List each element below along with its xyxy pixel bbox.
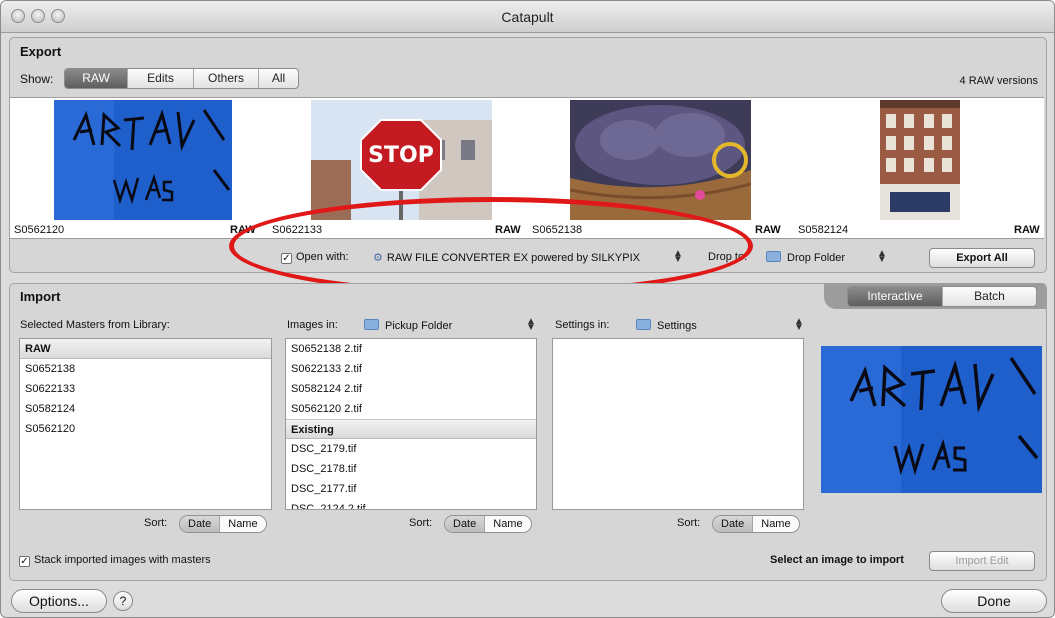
masters-sort-control: Date Name	[179, 515, 267, 533]
list-item[interactable]: S0562120	[20, 419, 271, 439]
images-folder-value: Pickup Folder	[385, 320, 453, 332]
help-button[interactable]: ?	[113, 591, 133, 611]
masters-list[interactable]: RAW S0652138 S0622133 S0582124 S0562120	[19, 338, 272, 510]
graffiti-preview-image	[821, 346, 1042, 493]
catapult-window: Catapult Export Show: RAW Edits Others A…	[0, 0, 1055, 618]
masters-label: Selected Masters from Library:	[20, 319, 170, 331]
existing-header: Existing	[286, 419, 536, 439]
mode-interactive[interactable]: Interactive	[848, 287, 942, 306]
stack-row: ✓ Stack imported images with masters	[19, 554, 211, 567]
drop-to-popup[interactable]: Drop Folder	[766, 251, 845, 264]
sort-date[interactable]: Date	[180, 516, 220, 532]
sort-date[interactable]: Date	[713, 516, 753, 532]
folder-icon	[766, 251, 781, 262]
list-item[interactable]: S0652138 2.tif	[286, 339, 536, 359]
brick-building-image	[880, 100, 960, 220]
images-sort-control: Date Name	[444, 515, 532, 533]
export-title: Export	[20, 44, 62, 59]
export-all-button[interactable]: Export All	[929, 248, 1035, 268]
images-list[interactable]: S0652138 2.tif S0622133 2.tif S0582124 2…	[285, 338, 537, 510]
settings-folder-popup[interactable]: Settings	[636, 319, 697, 332]
settings-folder-value: Settings	[657, 320, 697, 332]
thumbnail-4[interactable]	[880, 100, 960, 220]
images-in-label: Images in:	[287, 319, 338, 331]
list-item[interactable]: DSC_2177.tif	[286, 479, 536, 499]
folder-icon	[636, 319, 651, 330]
list-item[interactable]: DSC_2178.tif	[286, 459, 536, 479]
list-item[interactable]: S0582124	[20, 399, 271, 419]
filter-edits[interactable]: Edits	[127, 69, 193, 88]
import-edit-button[interactable]: Import Edit	[929, 551, 1035, 571]
list-item[interactable]: S0652138	[20, 359, 271, 379]
svg-text:STOP: STOP	[368, 143, 434, 168]
masters-sort-label: Sort:	[144, 517, 168, 529]
options-button[interactable]: Options...	[11, 589, 107, 613]
folder-icon	[364, 319, 379, 330]
sort-date[interactable]: Date	[445, 516, 485, 532]
sort-name[interactable]: Name	[752, 516, 798, 532]
settings-sort-control: Date Name	[712, 515, 800, 533]
list-item[interactable]: S0622133	[20, 379, 271, 399]
import-title: Import	[20, 289, 61, 304]
version-count: 4 RAW versions	[959, 75, 1038, 87]
filter-raw[interactable]: RAW	[65, 69, 127, 88]
filter-others[interactable]: Others	[193, 69, 258, 88]
list-item[interactable]: S0582124 2.tif	[286, 379, 536, 399]
drop-to-popup-arrows-icon[interactable]: ▲ ▼	[877, 249, 887, 265]
list-item[interactable]: DSC_2179.tif	[286, 439, 536, 459]
thumbnail-3-tag: RAW	[755, 224, 781, 236]
images-sort-label: Sort:	[409, 517, 433, 529]
thumbnail-4-name: S0582124	[798, 224, 849, 236]
window-title: Catapult	[501, 9, 554, 25]
thumbnail-4-tag: RAW	[1014, 224, 1040, 236]
show-label: Show:	[20, 72, 54, 86]
done-button[interactable]: Done	[941, 589, 1047, 613]
list-item[interactable]: S0622133 2.tif	[286, 359, 536, 379]
select-hint: Select an image to import	[770, 554, 904, 566]
import-mode-segmented-control: Interactive Batch	[847, 286, 1037, 307]
show-filter-segmented-control: RAW Edits Others All	[64, 68, 299, 89]
list-item[interactable]: S0562120 2.tif	[286, 399, 536, 419]
mode-batch[interactable]: Batch	[942, 287, 1036, 306]
sort-name[interactable]: Name	[219, 516, 265, 532]
drop-to-value: Drop Folder	[787, 252, 846, 264]
red-highlight-ellipse	[229, 197, 753, 295]
title-bar: Catapult	[1, 1, 1054, 33]
settings-list[interactable]	[552, 338, 804, 510]
settings-in-label: Settings in:	[555, 319, 610, 331]
thumbnail-1-name: S0562120	[14, 224, 65, 236]
import-preview	[821, 346, 1042, 493]
images-folder-popup-arrows-icon[interactable]: ▲ ▼	[526, 317, 536, 333]
settings-folder-popup-arrows-icon[interactable]: ▲ ▼	[794, 317, 804, 333]
filter-all[interactable]: All	[258, 69, 298, 88]
sort-name[interactable]: Name	[484, 516, 530, 532]
thumbnail-1[interactable]	[54, 100, 232, 220]
stack-checkbox[interactable]: ✓	[19, 556, 30, 567]
list-item[interactable]: DSC_2124 2.tif	[286, 499, 536, 509]
stack-label: Stack imported images with masters	[34, 554, 211, 566]
settings-sort-label: Sort:	[677, 517, 701, 529]
images-folder-popup[interactable]: Pickup Folder	[364, 319, 452, 332]
graffiti-wall-image	[54, 100, 232, 220]
masters-header: RAW	[20, 339, 271, 359]
